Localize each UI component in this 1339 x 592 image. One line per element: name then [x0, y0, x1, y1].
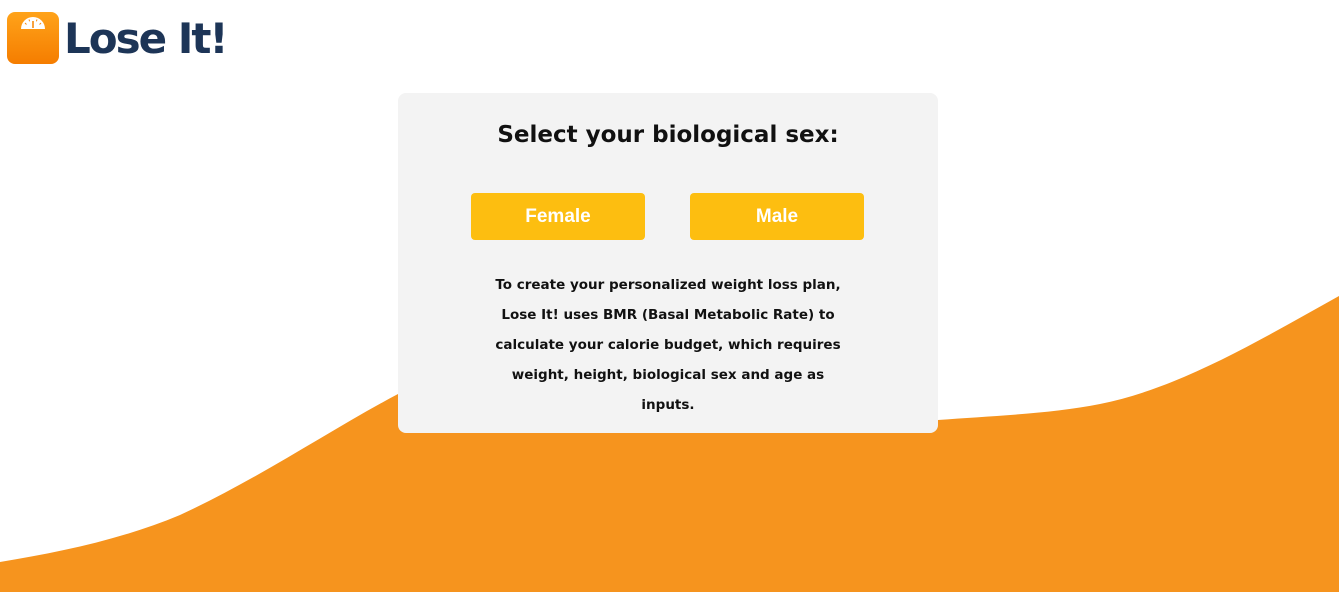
female-button[interactable]: Female	[471, 193, 645, 240]
sex-selection-card: Select your biological sex: Female Male …	[398, 93, 938, 433]
page: Lose It! Select your biological sex: Fem…	[0, 0, 1339, 592]
scale-icon	[7, 11, 59, 64]
male-button[interactable]: Male	[690, 193, 864, 240]
lose-it-logo[interactable]: Lose It!	[7, 11, 229, 64]
brand-name: Lose It!	[64, 13, 229, 63]
bmr-explanation-text: To create your personalized weight loss …	[495, 277, 841, 413]
card-title: Select your biological sex:	[497, 122, 839, 148]
